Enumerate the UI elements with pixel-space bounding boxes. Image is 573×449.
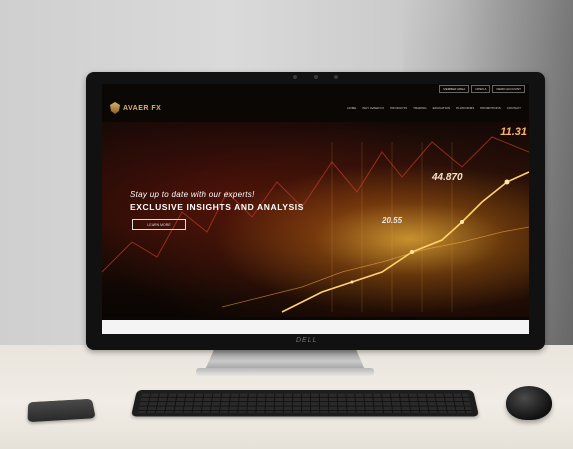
website-logo[interactable]: AVAER FX: [110, 102, 161, 114]
chart-line-orange: [221, 226, 529, 308]
chart-point: [504, 179, 510, 185]
camera-dot: [293, 75, 297, 79]
computer-mouse: [506, 386, 552, 420]
chart-point: [460, 220, 464, 224]
nav-item-home[interactable]: HOME: [347, 106, 356, 110]
logo-text: AVAER FX: [123, 105, 161, 112]
chart-point: [410, 250, 414, 254]
monitor-screen: MEMBER AREA OPEN A DEMO ACCOUNT AVAER FX…: [102, 84, 529, 334]
monitor-stand-base: [196, 368, 374, 376]
chart-points: [350, 179, 510, 284]
webcam: [293, 74, 338, 80]
nav-item-platforms[interactable]: PLATFORMS: [456, 106, 474, 110]
hero-subtitle: Stay up to date with our experts!: [130, 190, 255, 199]
website-navbar: AVAER FX HOME WHY AVAER FX PRODUCTS TRAD…: [102, 94, 529, 122]
nav-item-education[interactable]: EDUCATION: [433, 106, 450, 110]
keyboard: [130, 389, 480, 417]
website-nav: HOME WHY AVAER FX PRODUCTS TRADING EDUCA…: [347, 106, 521, 110]
nav-item-contact[interactable]: CONTACT: [507, 106, 521, 110]
monitor-stand: [205, 348, 365, 370]
learn-more-button[interactable]: LEARN MORE: [132, 219, 186, 230]
grid-dots: [331, 142, 453, 312]
nav-item-promotions[interactable]: PROMOTIONS: [480, 106, 501, 110]
chart-point: [350, 280, 354, 284]
top-link-open-account[interactable]: OPEN A: [471, 85, 491, 93]
shield-logo-icon: [110, 102, 120, 114]
content-strip: [102, 320, 529, 334]
smartphone: [27, 398, 96, 423]
ticker-number: 11.31: [500, 126, 527, 138]
keyboard-key-rows: [137, 393, 473, 413]
camera-dot: [313, 75, 318, 79]
chart-line-gold: [281, 171, 529, 313]
camera-dot: [334, 75, 338, 79]
nav-item-trading[interactable]: TRADING: [413, 106, 427, 110]
hero-title: EXCLUSIVE INSIGHTS AND ANALYSIS: [130, 202, 304, 212]
monitor-brand-logo: DELL: [296, 337, 318, 344]
website-top-links: MEMBER AREA OPEN A DEMO ACCOUNT: [439, 85, 525, 93]
monitor: MEMBER AREA OPEN A DEMO ACCOUNT AVAER FX…: [86, 72, 545, 350]
ticker-number: 20.55: [382, 216, 403, 225]
top-link-demo-account[interactable]: DEMO ACCOUNT: [492, 85, 525, 93]
nav-item-products[interactable]: PRODUCTS: [390, 106, 407, 110]
ticker-number: 44.870: [432, 172, 463, 183]
photo-scene: MEMBER AREA OPEN A DEMO ACCOUNT AVAER FX…: [0, 0, 573, 449]
hero-banner: 11.31 44.870 20.55 Stay up to date with …: [102, 122, 529, 317]
nav-item-why[interactable]: WHY AVAER FX: [362, 106, 384, 110]
top-link-member-area[interactable]: MEMBER AREA: [439, 85, 470, 93]
brand-name: AVAER FX: [123, 104, 162, 112]
